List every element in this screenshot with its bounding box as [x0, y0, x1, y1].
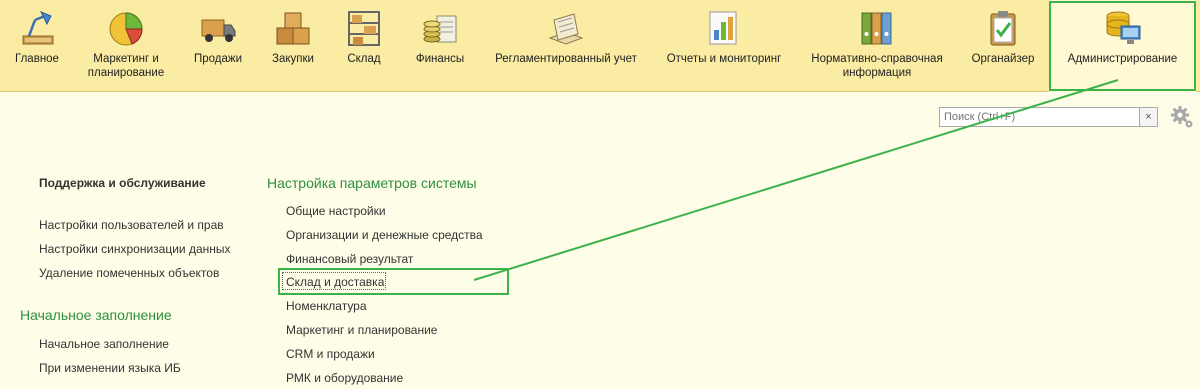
section-purchases[interactable]: Закупки [258, 0, 328, 92]
boxes-icon [276, 12, 310, 45]
bar-chart-icon [709, 11, 737, 45]
sections-panel: Главное Маркетинг и планирование Продажи… [0, 0, 1200, 92]
settings-link[interactable]: CRM и продажи [286, 347, 375, 361]
coins-icon [423, 15, 457, 43]
section-sales[interactable]: Продажи [178, 0, 258, 92]
initial-fill-link[interactable]: При изменении языка ИБ [39, 361, 181, 375]
support-link[interactable]: Удаление помеченных объектов [39, 266, 219, 280]
initial-fill-title: Начальное заполнение [20, 307, 172, 323]
binders-icon [861, 12, 892, 45]
section-marketing[interactable]: Маркетинг и планирование [74, 0, 178, 92]
clipboard-icon [990, 11, 1016, 46]
section-label: Нормативно-справочная информация [811, 53, 943, 79]
section-label: Регламентированный учет [495, 53, 637, 65]
settings-title: Настройка параметров системы [267, 175, 477, 191]
section-label: Продажи [193, 53, 243, 65]
settings-link[interactable]: Маркетинг и планирование [286, 323, 437, 337]
section-main[interactable]: Главное [0, 0, 74, 92]
pie-chart-icon [109, 12, 143, 46]
section-finance[interactable]: Финансы [400, 0, 480, 92]
section-reports[interactable]: Отчеты и мониторинг [652, 0, 796, 92]
section-label: Органайзер [971, 53, 1035, 65]
warehouse-shelf-icon [348, 11, 380, 46]
section-label: Финансы [415, 53, 465, 65]
section-label: Закупки [272, 53, 314, 65]
support-link[interactable]: Настройки пользователей и прав [39, 218, 224, 232]
section-reference-info[interactable]: Нормативно-справочная информация [796, 0, 958, 92]
section-label: Отчеты и мониторинг [666, 53, 782, 65]
support-link[interactable]: Настройки синхронизации данных [39, 242, 231, 256]
search-input[interactable] [939, 107, 1140, 127]
delivery-truck-icon [201, 19, 236, 42]
highlight-box [278, 268, 509, 295]
initial-fill-link[interactable]: Начальное заполнение [39, 337, 169, 351]
settings-link[interactable]: Номенклатура [286, 299, 367, 313]
ledger-icon [548, 13, 584, 45]
section-label: Склад [347, 53, 381, 65]
section-organizer[interactable]: Органайзер [958, 0, 1048, 92]
active-section-highlight [1049, 1, 1196, 91]
gear-icon[interactable] [1170, 105, 1194, 129]
section-label: Главное [15, 53, 59, 65]
section-warehouse[interactable]: Склад [328, 0, 400, 92]
section-regulated-accounting[interactable]: Регламентированный учет [480, 0, 652, 92]
settings-link[interactable]: Финансовый результат [286, 252, 413, 266]
clear-search-button[interactable]: × [1140, 107, 1158, 127]
desk-lamp-icon [22, 11, 54, 45]
section-label: Маркетинг и планирование [87, 53, 165, 79]
settings-link[interactable]: Общие настройки [286, 204, 386, 218]
settings-link[interactable]: РМК и оборудование [286, 371, 403, 385]
settings-link[interactable]: Организации и денежные средства [286, 228, 483, 242]
support-title: Поддержка и обслуживание [39, 176, 206, 190]
